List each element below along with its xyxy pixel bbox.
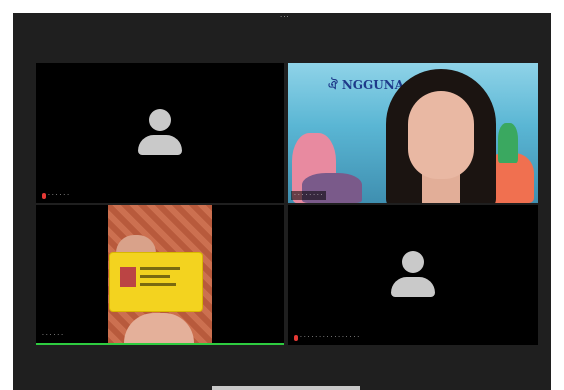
participant-name: · · · · · · bbox=[42, 332, 63, 339]
participant-name-tag: · · · · · · · · · · · · · · · · bbox=[291, 333, 363, 342]
participant-name-tag: · · · · · · bbox=[39, 191, 72, 200]
participant-name-tag: · · · · · · bbox=[39, 331, 66, 340]
id-card bbox=[110, 253, 202, 311]
participant-name: · · · · · · · · bbox=[294, 192, 323, 199]
avatar-placeholder-icon bbox=[391, 251, 435, 299]
avatar-placeholder-icon bbox=[138, 109, 182, 157]
muted-mic-icon bbox=[42, 192, 46, 199]
participant-name: · · · · · · · · · · · · · · · · bbox=[300, 334, 360, 341]
participant-video bbox=[386, 69, 496, 203]
participant-tile-1[interactable]: · · · · · · bbox=[36, 63, 284, 203]
participant-tile-2[interactable]: ঐ NGGUNA · · · · · · · · bbox=[288, 63, 538, 203]
bottom-toolbar-edge bbox=[212, 386, 360, 390]
participant-name: · · · · · · bbox=[48, 192, 69, 199]
participant-tile-3[interactable]: · · · · · · bbox=[36, 205, 284, 345]
participant-tile-4[interactable]: · · · · · · · · · · · · · · · · bbox=[288, 205, 538, 345]
more-options-icon[interactable]: ··· bbox=[280, 14, 290, 21]
participant-name-tag: · · · · · · · · bbox=[291, 191, 326, 200]
muted-mic-icon bbox=[294, 334, 298, 341]
